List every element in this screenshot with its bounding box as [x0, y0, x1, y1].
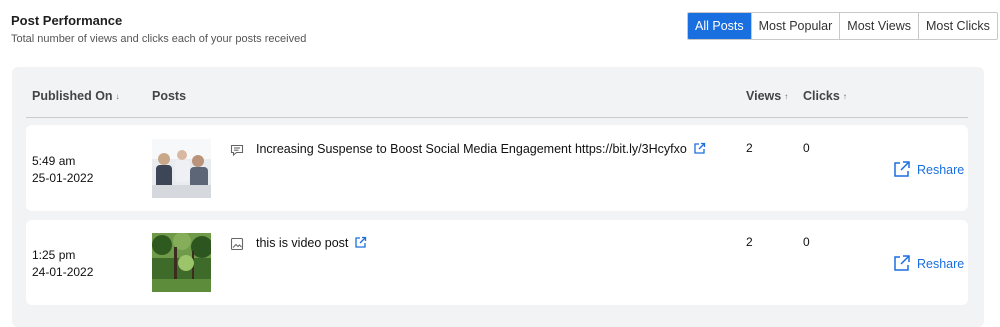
header-divider [26, 117, 968, 118]
filter-most-popular[interactable]: Most Popular [751, 13, 841, 39]
image-post-icon [230, 237, 244, 251]
table-row: 5:49 am 25-01-2022 Increasing Suspense t… [26, 125, 968, 211]
clicks-count: 0 [803, 141, 810, 155]
reshare-icon [894, 161, 910, 177]
reshare-label: Reshare [917, 256, 965, 271]
filter-tabs: All Posts Most Popular Most Views Most C… [687, 12, 998, 40]
page-title: Post Performance [11, 13, 123, 28]
published-date: 25-01-2022 [32, 171, 94, 185]
external-link-icon[interactable] [693, 142, 706, 155]
column-clicks[interactable]: Clicks ↑ [803, 89, 847, 103]
column-published-label: Published On [32, 89, 113, 103]
sort-up-icon: ↑ [784, 92, 789, 101]
post-text: Increasing Suspense to Boost Social Medi… [256, 142, 687, 156]
post-content: this is video post [256, 236, 367, 250]
published-date: 24-01-2022 [32, 265, 94, 279]
column-clicks-label: Clicks [803, 89, 840, 103]
posts-table: Published On ↓ Posts Views ↑ Clicks ↑ 5:49 … [12, 67, 984, 327]
published-datetime: 1:25 pm 24-01-2022 [32, 247, 93, 281]
table-row: 1:25 pm 24-01-2022 this is video post 2 … [26, 220, 968, 305]
text-post-icon [230, 143, 244, 157]
external-link-icon[interactable] [354, 236, 367, 249]
sort-down-icon: ↓ [115, 92, 120, 101]
published-time: 1:25 pm [32, 248, 76, 262]
reshare-label: Reshare [917, 162, 965, 177]
column-views-label: Views [746, 89, 782, 103]
reshare-button[interactable]: Reshare [892, 160, 964, 179]
post-thumbnail [152, 139, 211, 198]
post-thumbnail [152, 233, 211, 292]
filter-most-clicks[interactable]: Most Clicks [918, 13, 997, 39]
views-count: 2 [746, 141, 753, 155]
column-views[interactable]: Views ↑ [746, 89, 788, 103]
column-posts: Posts [152, 89, 187, 103]
clicks-count: 0 [803, 235, 810, 249]
page-subtitle: Total number of views and clicks each of… [11, 33, 307, 45]
published-datetime: 5:49 am 25-01-2022 [32, 153, 93, 187]
published-time: 5:49 am [32, 154, 76, 168]
post-content: Increasing Suspense to Boost Social Medi… [256, 142, 706, 156]
filter-all-posts[interactable]: All Posts [688, 13, 752, 39]
column-published-on[interactable]: Published On ↓ [32, 89, 120, 103]
reshare-icon [894, 255, 910, 271]
post-text: this is video post [256, 236, 349, 250]
reshare-button[interactable]: Reshare [892, 254, 964, 273]
views-count: 2 [746, 235, 753, 249]
filter-most-views[interactable]: Most Views [840, 13, 919, 39]
sort-up-icon: ↑ [842, 92, 847, 101]
